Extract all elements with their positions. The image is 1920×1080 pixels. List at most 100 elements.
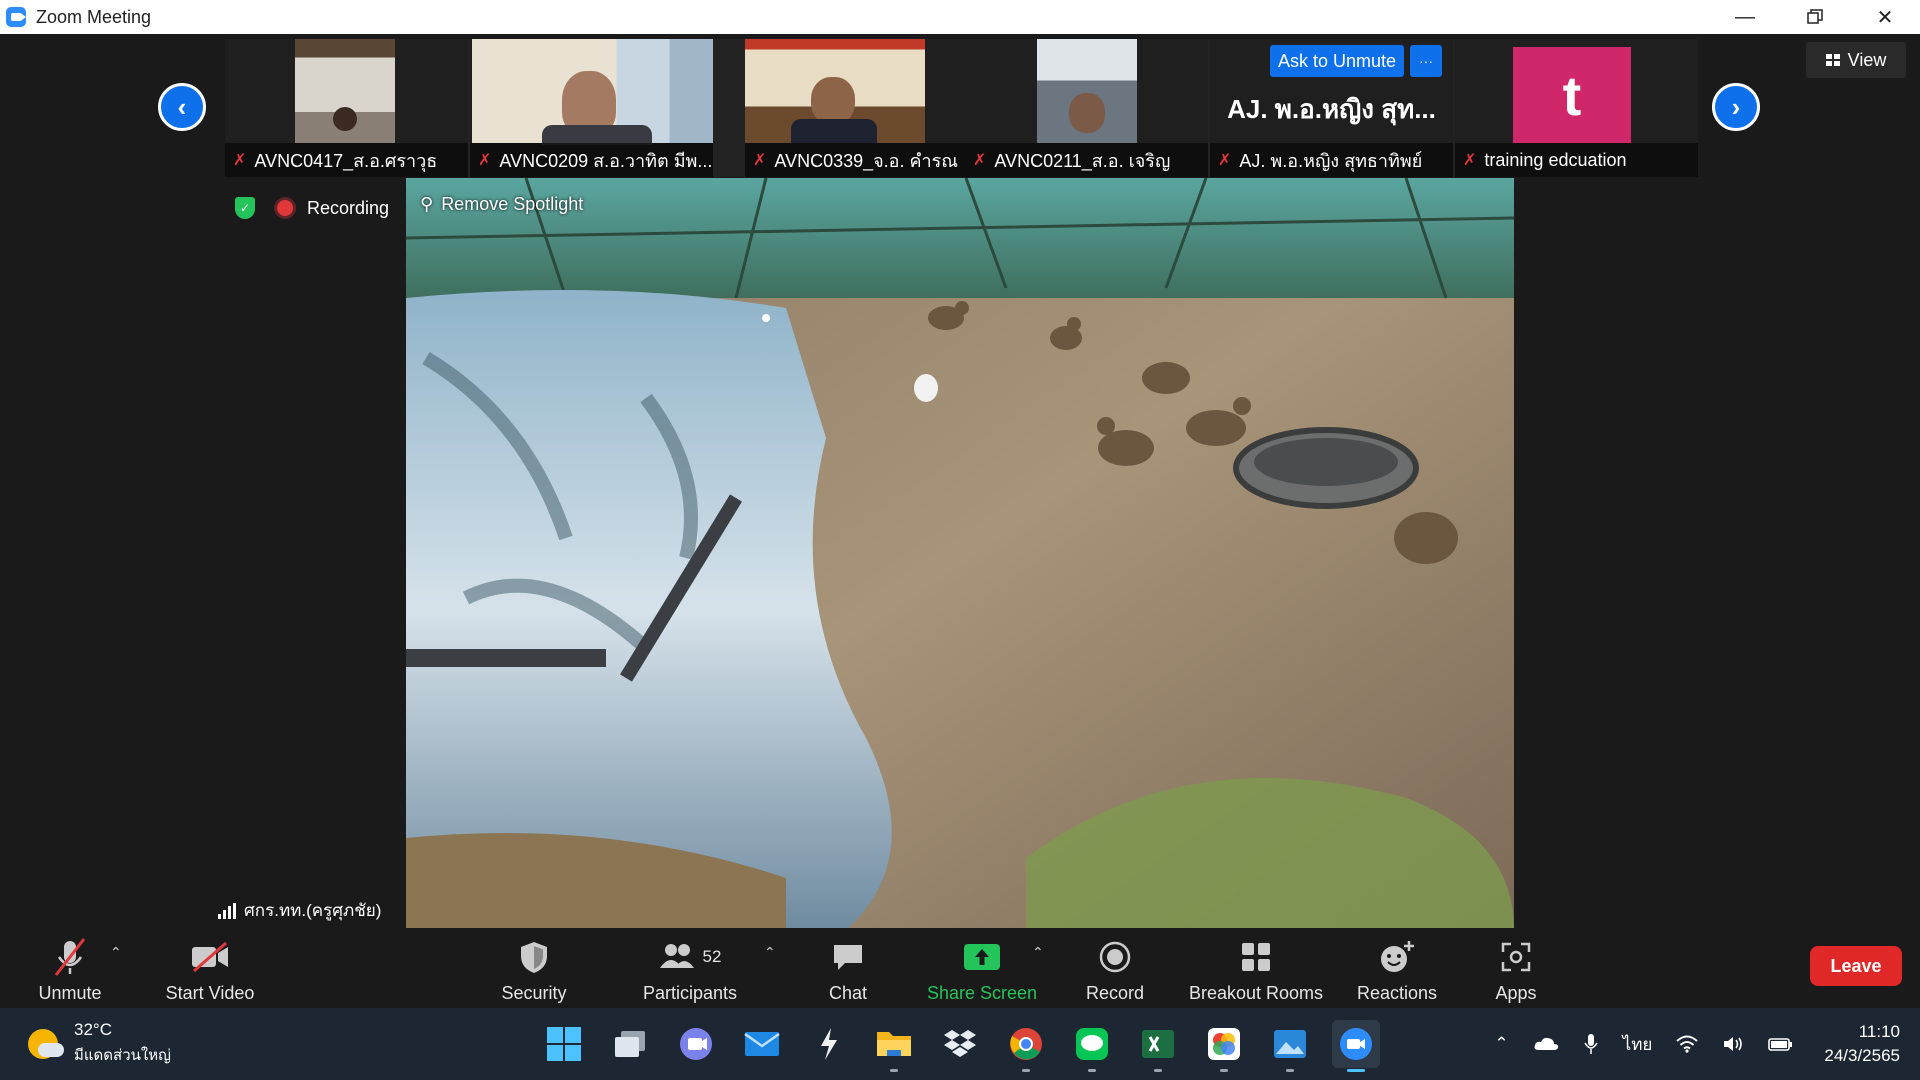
wifi-icon[interactable] <box>1676 1035 1699 1053</box>
participant-name: ✗ AVNC0209 ส.อ.วาทิต มีพ... <box>470 143 713 177</box>
volume-icon[interactable] <box>1722 1035 1744 1053</box>
signal-strength-icon <box>218 902 236 919</box>
task-view-icon <box>615 1031 645 1057</box>
zoom-icon <box>1340 1028 1372 1060</box>
share-options-caret[interactable]: ⌃ <box>1032 944 1044 961</box>
muted-mic-icon: ✗ <box>1463 152 1477 169</box>
minimize-button[interactable]: — <box>1710 0 1780 34</box>
start-video-button[interactable]: Start Video <box>160 934 260 1004</box>
participants-icon: 52 <box>659 937 722 977</box>
apps-icon <box>1501 937 1531 977</box>
restore-button[interactable] <box>1780 0 1850 34</box>
participant-name: ✗ AJ. พ.อ.หญิง สุทธาทิพย์ <box>1210 143 1453 177</box>
excel-icon <box>1142 1030 1174 1058</box>
chevron-right-icon: › <box>1731 91 1741 122</box>
battery-icon[interactable] <box>1768 1036 1794 1052</box>
windows-start-button[interactable] <box>540 1020 588 1068</box>
participants-button[interactable]: 52 Participants <box>640 934 740 1004</box>
meeting-area: ‹ › ✗ AVNC0417_ส.อ.ศราวุธ ✗ AVNC0209 ส.อ.ว… <box>0 34 1920 930</box>
excel-app[interactable] <box>1134 1020 1182 1072</box>
lightning-app-icon <box>821 1028 837 1060</box>
pin-icon: ⚲ <box>420 194 434 214</box>
participant-name: ✗ AVNC0339_จ.อ. คำรณ <box>745 143 988 177</box>
audio-options-caret[interactable]: ⌃ <box>110 944 122 961</box>
weather-widget[interactable]: 32°C มีแดดส่วนใหญ่ <box>28 1020 171 1067</box>
mail-icon <box>744 1032 780 1056</box>
system-tray: ⌃ ไทย 11:10 24/3/2565 <box>1482 1018 1900 1070</box>
zoom-taskbar-app[interactable] <box>1332 1020 1380 1072</box>
participant-name: ✗ AVNC0211_ส.อ. เจริญ <box>965 143 1208 177</box>
gallery-next-button[interactable]: › <box>1712 83 1760 131</box>
line-icon <box>1076 1028 1108 1060</box>
window-controls: — ✕ <box>1710 0 1920 34</box>
chat-button[interactable]: Chat <box>820 934 876 1004</box>
share-screen-button[interactable]: Share Screen <box>924 934 1040 1004</box>
line-app[interactable] <box>1068 1020 1116 1072</box>
share-screen-icon <box>962 937 1002 977</box>
dropbox-app[interactable] <box>936 1020 984 1068</box>
chrome-app[interactable] <box>1002 1020 1050 1072</box>
teams-chat-app[interactable] <box>672 1020 720 1068</box>
record-icon <box>1099 937 1131 977</box>
chevron-left-icon: ‹ <box>177 91 187 122</box>
security-button[interactable]: Security <box>490 934 578 1004</box>
apps-button[interactable]: Apps <box>1488 934 1544 1004</box>
weather-desc: มีแดดส่วนใหญ่ <box>74 1047 171 1064</box>
restore-icon <box>1807 9 1823 24</box>
reactions-button[interactable]: Reactions <box>1354 934 1440 1004</box>
winamp-app[interactable] <box>804 1020 852 1068</box>
chat-bubble-icon <box>831 937 865 977</box>
participant-tile[interactable]: t ✗ training edcuation <box>1455 39 1698 177</box>
windows-logo-icon <box>547 1027 581 1061</box>
dropbox-icon <box>944 1030 976 1057</box>
gallery-prev-button[interactable]: ‹ <box>158 83 206 131</box>
close-button[interactable]: ✕ <box>1850 0 1920 34</box>
cloud-icon[interactable] <box>1533 1036 1559 1052</box>
participant-avatar: t <box>1513 47 1631 143</box>
participants-count: 52 <box>702 947 722 966</box>
pinwheel-icon <box>1208 1028 1240 1060</box>
photos-app[interactable] <box>1200 1020 1248 1072</box>
pinned-apps <box>540 1020 1380 1072</box>
participant-tile[interactable]: Ask to Unmute ··· AJ. พ.อ.หญิง สุท... ✗ A… <box>1210 39 1453 177</box>
view-button[interactable]: View <box>1806 42 1906 78</box>
more-options-button[interactable]: ··· <box>1410 45 1442 77</box>
file-explorer-app[interactable] <box>870 1020 918 1072</box>
record-button[interactable]: Record <box>1082 934 1148 1004</box>
participant-tile[interactable]: ✗ AVNC0209 ส.อ.วาทิต มีพ... <box>470 39 713 177</box>
participant-tile[interactable]: ✗ AVNC0211_ส.อ. เจริญ <box>965 39 1208 177</box>
muted-mic-icon: ✗ <box>478 152 492 169</box>
unmute-button[interactable]: Unmute <box>30 934 110 1004</box>
recording-icon <box>277 200 293 216</box>
participant-name: ✗ training edcuation <box>1455 143 1698 177</box>
participant-video <box>745 39 925 143</box>
participant-tile[interactable]: ✗ AVNC0417_ส.อ.ศราวุธ <box>225 39 468 177</box>
participant-video <box>472 39 713 145</box>
remove-spotlight-button[interactable]: ⚲ Remove Spotlight <box>420 194 583 215</box>
input-language[interactable]: ไทย <box>1623 1031 1653 1058</box>
show-hidden-icons-chevron-icon[interactable]: ⌃ <box>1494 1034 1508 1054</box>
window-title: Zoom Meeting <box>36 6 152 27</box>
security-shield-icon[interactable]: ✓ <box>235 197 255 219</box>
mail-app[interactable] <box>738 1020 786 1068</box>
active-speaker-label: ศกร.ทท.(ครูศุภชัย) <box>218 897 381 924</box>
folder-icon <box>877 1032 911 1056</box>
participants-options-caret[interactable]: ⌃ <box>764 944 776 961</box>
spotlight-video: ⚲ Remove Spotlight <box>406 178 1514 930</box>
participant-tile[interactable]: ✗ AVNC0339_จ.อ. คำรณ <box>745 39 988 177</box>
partly-sunny-icon <box>28 1028 64 1059</box>
ask-to-unmute-button[interactable]: Ask to Unmute <box>1270 45 1404 77</box>
task-view-button[interactable] <box>606 1020 654 1068</box>
clock-date: 24/3/2565 <box>1824 1046 1900 1065</box>
breakout-rooms-button[interactable]: Breakout Rooms <box>1186 934 1326 1004</box>
recording-label: Recording <box>307 197 390 218</box>
system-clock[interactable]: 11:10 24/3/2565 <box>1824 1020 1900 1068</box>
image-viewer-app[interactable] <box>1266 1020 1314 1072</box>
meeting-toolbar: Unmute ⌃ Start Video Security 52 Partici… <box>0 928 1920 1008</box>
meeting-status: ✓ Recording <box>235 192 389 224</box>
participant-display-name: AJ. พ.อ.หญิง สุท... <box>1227 94 1436 124</box>
participant-video <box>295 39 395 143</box>
leave-button[interactable]: Leave <box>1810 946 1902 986</box>
video-off-icon <box>190 937 230 977</box>
microphone-icon[interactable] <box>1583 1033 1599 1055</box>
